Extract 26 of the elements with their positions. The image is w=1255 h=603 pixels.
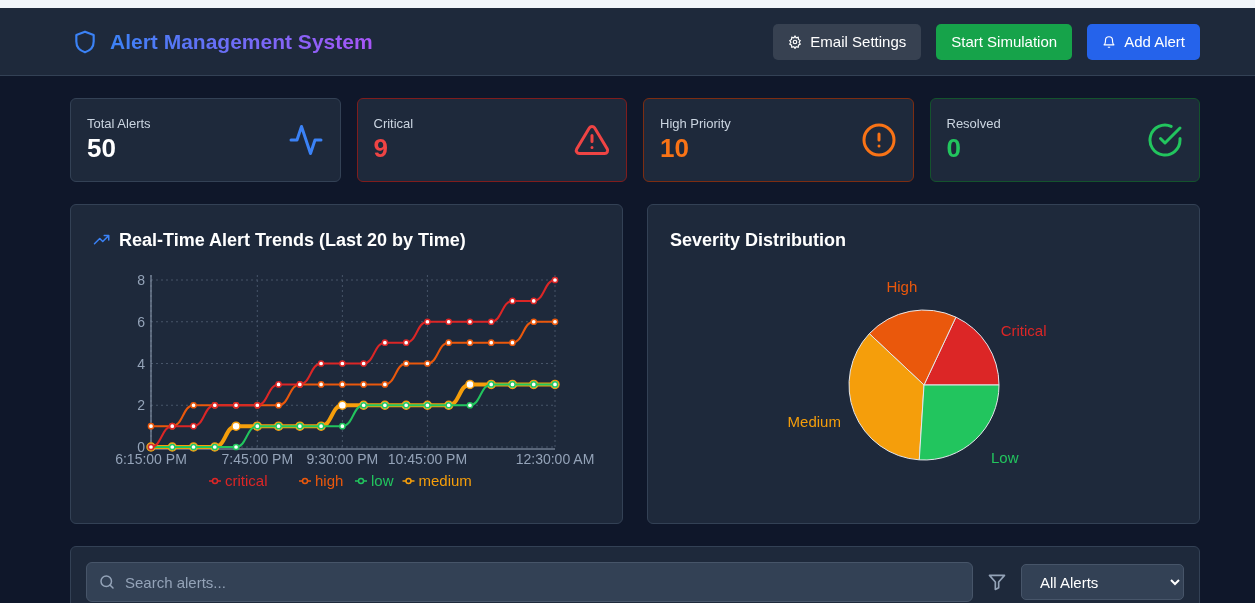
x-tick-label: 10:45:00 PM [387,451,468,467]
stat-label: Total Alerts [87,116,151,131]
slice-label: High [886,277,918,295]
y-tick-label: 8 [137,272,145,288]
stat-label: High Priority [660,116,731,131]
x-tick-label: 9:30:00 PM [306,451,379,467]
x-tick-label: 7:45:00 PM [221,451,294,467]
stat-label: Critical [373,116,414,131]
legend-label: high [315,472,344,489]
panel-title: Real-Time Alert Trends (Last 20 by Time) [119,229,466,251]
stat-value: 50 [87,133,117,164]
y-tick-label: 4 [137,355,145,372]
y-tick-label: 6 [137,313,145,330]
legend-label: medium [418,472,472,489]
stat-value: 0 [946,133,962,164]
y-tick-label: 2 [137,397,145,414]
x-tick-label: 12:30:00 AM [515,451,595,467]
panel-title: Severity Distribution [670,229,847,251]
stat-value: 10 [660,133,690,164]
slice-label: Low [991,448,1019,466]
stat-value: 9 [373,133,389,164]
slice-label: Critical [1000,322,1047,340]
legend-label: low [371,472,394,489]
stat-label: Resolved [946,116,1001,131]
slice-label: Medium [787,412,841,430]
legend-label: critical [225,472,268,489]
